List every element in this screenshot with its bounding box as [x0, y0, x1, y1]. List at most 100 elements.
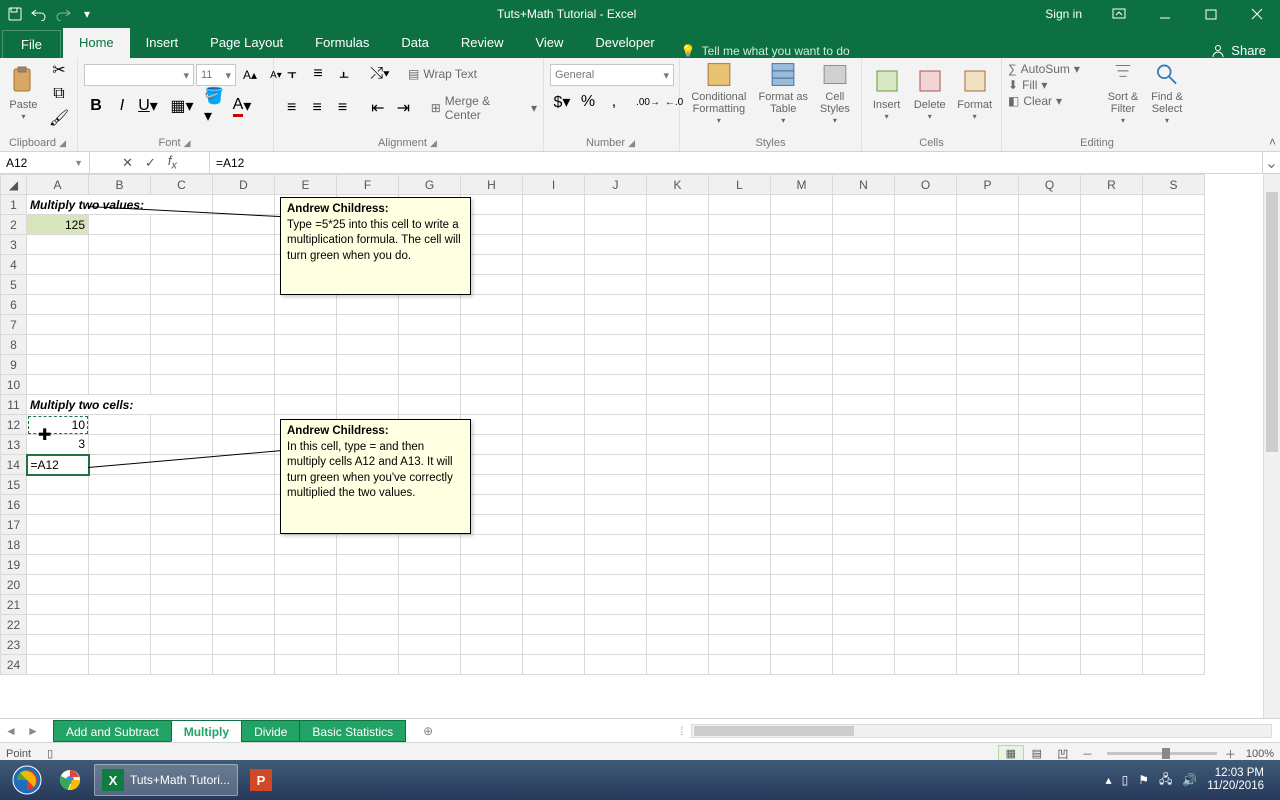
cell[interactable]: 3: [27, 435, 89, 455]
cell[interactable]: [647, 215, 709, 235]
cell[interactable]: [895, 235, 957, 255]
cell[interactable]: [833, 295, 895, 315]
align-center-icon[interactable]: ≡: [305, 98, 328, 118]
cell[interactable]: [709, 475, 771, 495]
cell[interactable]: [523, 615, 585, 635]
cell[interactable]: [895, 295, 957, 315]
borders-icon[interactable]: ▦▾: [170, 96, 194, 116]
accounting-format-icon[interactable]: $▾: [550, 92, 574, 112]
tell-me-search[interactable]: 💡 Tell me what you want to do: [671, 44, 860, 58]
column-header[interactable]: P: [957, 175, 1019, 195]
cell[interactable]: [895, 435, 957, 455]
cell[interactable]: [709, 495, 771, 515]
cell[interactable]: [151, 235, 213, 255]
tab-formulas[interactable]: Formulas: [299, 28, 385, 58]
name-box[interactable]: ▼: [0, 152, 90, 173]
cell[interactable]: [275, 395, 337, 415]
cell[interactable]: [585, 295, 647, 315]
cell[interactable]: [1019, 615, 1081, 635]
cell[interactable]: [337, 575, 399, 595]
cell[interactable]: [771, 615, 833, 635]
cell[interactable]: [89, 295, 151, 315]
cell[interactable]: [1143, 315, 1205, 335]
cell[interactable]: [709, 395, 771, 415]
cell[interactable]: [585, 555, 647, 575]
cell[interactable]: [585, 515, 647, 535]
cell[interactable]: [833, 195, 895, 215]
row-header[interactable]: 1: [1, 195, 27, 215]
cell[interactable]: [1143, 615, 1205, 635]
cell[interactable]: [151, 315, 213, 335]
cell[interactable]: [337, 375, 399, 395]
cell[interactable]: [337, 315, 399, 335]
cell[interactable]: [833, 375, 895, 395]
cell[interactable]: [895, 375, 957, 395]
cell[interactable]: [213, 355, 275, 375]
cell[interactable]: [771, 415, 833, 435]
font-dialog-launcher[interactable]: ◢: [184, 138, 193, 149]
cell[interactable]: [1143, 395, 1205, 415]
cell[interactable]: [337, 355, 399, 375]
cell[interactable]: [585, 655, 647, 675]
cell[interactable]: [461, 295, 523, 315]
sheet-tab-divide[interactable]: Divide: [241, 720, 300, 742]
cell[interactable]: [523, 495, 585, 515]
cell[interactable]: [771, 195, 833, 215]
italic-button[interactable]: I: [110, 96, 134, 116]
cell[interactable]: [585, 395, 647, 415]
merge-center-button[interactable]: ⊞ Merge & Center ▾: [431, 94, 537, 122]
number-dialog-launcher[interactable]: ◢: [628, 138, 637, 149]
cell[interactable]: [957, 575, 1019, 595]
sheet-tab-multiply[interactable]: Multiply: [171, 720, 242, 742]
align-right-icon[interactable]: ≡: [331, 98, 354, 118]
tray-expand-icon[interactable]: ▴: [1106, 773, 1112, 787]
row-header[interactable]: 24: [1, 655, 27, 675]
column-header[interactable]: I: [523, 175, 585, 195]
cell[interactable]: [1143, 415, 1205, 435]
cell[interactable]: [461, 615, 523, 635]
cell[interactable]: [1019, 535, 1081, 555]
cell[interactable]: [895, 635, 957, 655]
cell[interactable]: [275, 295, 337, 315]
cell[interactable]: [89, 335, 151, 355]
cell[interactable]: [771, 295, 833, 315]
cell[interactable]: [957, 195, 1019, 215]
redo-icon[interactable]: [52, 3, 74, 25]
cell[interactable]: [833, 635, 895, 655]
cell[interactable]: [523, 435, 585, 455]
cell[interactable]: [399, 595, 461, 615]
cell[interactable]: [833, 555, 895, 575]
cell[interactable]: [275, 375, 337, 395]
cell[interactable]: [709, 415, 771, 435]
cell[interactable]: [399, 635, 461, 655]
cell[interactable]: [523, 255, 585, 275]
cell[interactable]: [27, 575, 89, 595]
cell[interactable]: [709, 255, 771, 275]
cell[interactable]: [647, 455, 709, 475]
cell[interactable]: [1081, 515, 1143, 535]
expand-formula-bar-icon[interactable]: ⌄: [1262, 152, 1280, 173]
cell[interactable]: [523, 315, 585, 335]
clipboard-dialog-launcher[interactable]: ◢: [59, 138, 68, 149]
cell[interactable]: [213, 415, 275, 435]
cell[interactable]: [585, 335, 647, 355]
cell[interactable]: [647, 595, 709, 615]
cell[interactable]: [1019, 595, 1081, 615]
cell[interactable]: [833, 655, 895, 675]
cell[interactable]: [957, 435, 1019, 455]
cell[interactable]: [1019, 495, 1081, 515]
tab-home[interactable]: Home: [63, 28, 130, 58]
cell[interactable]: [399, 655, 461, 675]
cell[interactable]: [1081, 355, 1143, 375]
cell[interactable]: [27, 375, 89, 395]
cell[interactable]: [1143, 475, 1205, 495]
cell[interactable]: [89, 615, 151, 635]
sheet-tab-add-subtract[interactable]: Add and Subtract: [53, 720, 172, 742]
cell[interactable]: [957, 495, 1019, 515]
name-box-dropdown-icon[interactable]: ▼: [74, 158, 83, 168]
cell[interactable]: [275, 595, 337, 615]
cell[interactable]: [585, 415, 647, 435]
row-header[interactable]: 15: [1, 475, 27, 495]
format-painter-icon[interactable]: 🖌: [47, 108, 71, 128]
cell[interactable]: [523, 475, 585, 495]
